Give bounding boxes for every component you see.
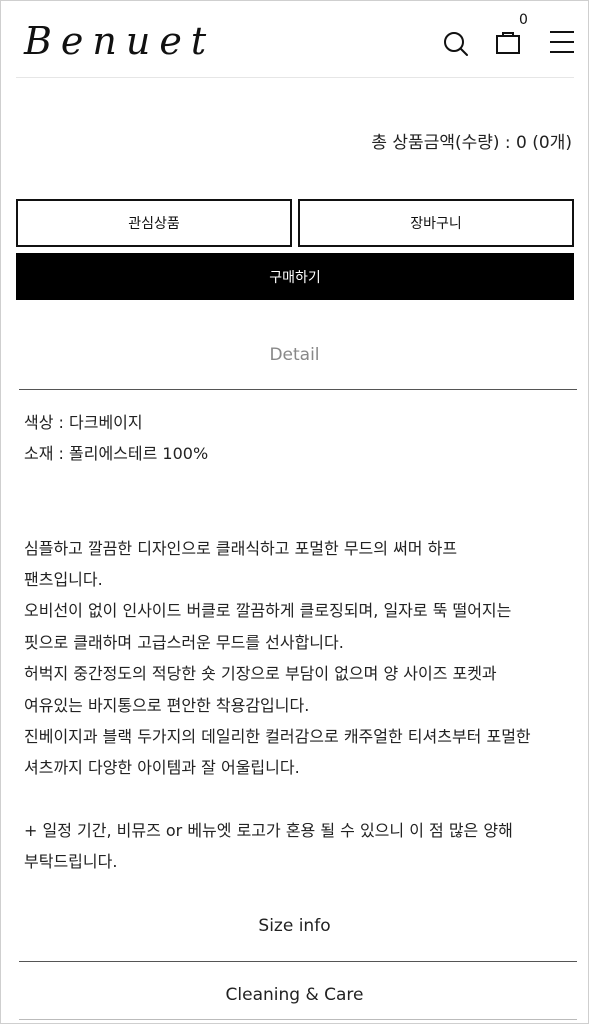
detail-divider <box>19 389 577 390</box>
description-line: 여유있는 바지통으로 편안한 착용감입니다. <box>24 695 310 715</box>
description-line: 진베이지과 블랙 두가지의 데일리한 컬러감으로 캐주얼한 티셔츠부터 포멀한 <box>24 726 531 746</box>
description-line: 허벅지 중간정도의 적당한 숏 기장으로 부담이 없으며 양 사이즈 포켓과 <box>24 664 497 684</box>
notice-line: + 일정 기간, 비뮤즈 or 베뉴엣 로고가 혼용 될 수 있으니 이 점 많… <box>24 821 513 841</box>
tab-detail[interactable]: Detail <box>0 344 589 366</box>
brand-logo[interactable]: Benuet <box>24 18 215 64</box>
add-to-cart-button[interactable]: 장바구니 <box>298 199 574 247</box>
description-line: 오비선이 없이 인사이드 버클로 깔끔하게 클로징되며, 일자로 뚝 떨어지는 <box>24 601 512 621</box>
description-line: 핏으로 클래하며 고급스러운 무드를 선사합니다. <box>24 632 344 652</box>
search-icon[interactable] <box>442 30 470 58</box>
hamburger-menu-icon[interactable] <box>548 29 576 55</box>
tab-cleaning-care[interactable]: Cleaning & Care <box>0 984 589 1006</box>
product-description: 색상 : 다크베이지 소재 : 폴리에스테르 100% 심플하고 깔끔한 디자인… <box>24 407 569 878</box>
description-line: 팬츠입니다. <box>24 569 103 589</box>
header-divider <box>16 77 574 78</box>
size-divider <box>19 961 577 962</box>
site-header: Benuet 0 <box>0 0 589 78</box>
description-line: 셔츠까지 다양한 아이템과 잘 어울립니다. <box>24 758 300 778</box>
tab-size-info[interactable]: Size info <box>0 915 589 937</box>
care-divider <box>19 1019 577 1020</box>
total-price-quantity: 총 상품금액(수량) : 0 (0개) <box>371 133 572 153</box>
shopping-bag-icon[interactable] <box>494 29 522 55</box>
buy-now-button[interactable]: 구매하기 <box>16 253 574 300</box>
notice-line: 부탁드립니다. <box>24 852 118 872</box>
cart-count-badge: 0 <box>519 12 528 28</box>
spec-material: 소재 : 폴리에스테르 100% <box>24 444 209 464</box>
wishlist-button[interactable]: 관심상품 <box>16 199 292 247</box>
spec-color: 색상 : 다크베이지 <box>24 413 143 432</box>
description-line: 심플하고 깔끔한 디자인으로 클래식하고 포멀한 무드의 써머 하프 <box>24 538 458 558</box>
